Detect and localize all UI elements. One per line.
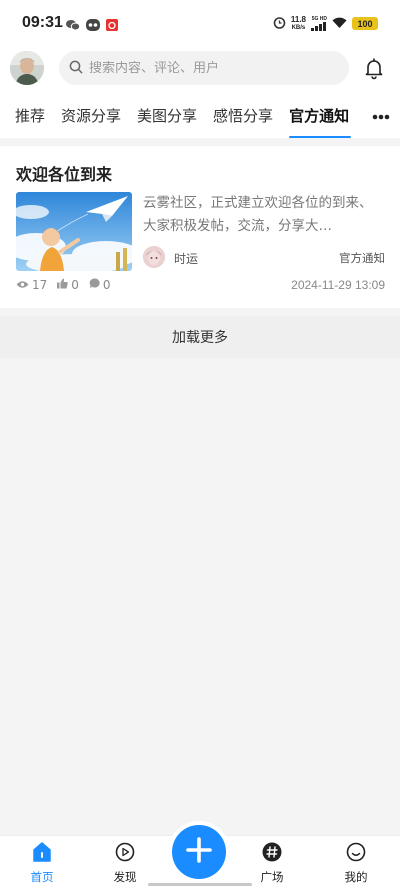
comment-icon xyxy=(89,278,100,292)
network-speed-unit: KB/s xyxy=(291,24,306,31)
nav-home[interactable]: 首页 xyxy=(12,842,72,885)
top-header xyxy=(0,46,400,92)
discover-icon xyxy=(115,842,135,866)
author-avatar[interactable] xyxy=(143,246,165,268)
author-name[interactable]: 时运 xyxy=(174,250,198,267)
network-speed: 11.8 KB/s xyxy=(290,14,306,32)
wifi-icon xyxy=(332,14,347,33)
battery-indicator: 100 xyxy=(352,17,378,30)
post-card[interactable]: 欢迎各位到来 云雾社区，正式建立欢迎各位的到来、大家积极发帖，交流，分享大… 时… xyxy=(0,146,400,308)
network-speed-value: 11.8 xyxy=(290,14,306,24)
comments-stat[interactable]: 0 xyxy=(89,278,111,292)
nav-plaza[interactable]: 广场 xyxy=(242,842,302,885)
plus-icon xyxy=(186,837,212,867)
cellular-signal-icon: 5G HD xyxy=(311,16,327,31)
tab-official-notice[interactable]: 官方通知 xyxy=(281,92,357,138)
wechat-icon xyxy=(66,16,81,35)
home-indicator[interactable] xyxy=(148,883,252,886)
tab-insight-share[interactable]: 感悟分享 xyxy=(205,92,281,138)
system-icons: 11.8 KB/s 5G HD 100 xyxy=(273,14,378,33)
tab-recommend[interactable]: 推荐 xyxy=(0,92,53,138)
nav-plaza-label: 广场 xyxy=(260,870,284,884)
load-more-button[interactable]: 加载更多 xyxy=(0,316,400,358)
post-stats: 17 0 0 xyxy=(16,278,111,292)
app-notification-icon xyxy=(86,16,100,35)
nav-mine[interactable]: 我的 xyxy=(326,842,386,885)
post-title[interactable]: 欢迎各位到来 xyxy=(16,161,112,185)
likes-stat[interactable]: 0 xyxy=(57,278,79,292)
bell-icon[interactable] xyxy=(362,56,386,80)
nav-home-label: 首页 xyxy=(30,870,54,884)
smiley-icon xyxy=(346,842,366,866)
post-date: 2024-11-29 13:09 xyxy=(291,278,385,292)
search-icon xyxy=(69,59,83,78)
home-icon xyxy=(32,842,52,866)
eye-icon xyxy=(16,278,29,292)
views-stat: 17 xyxy=(16,278,47,292)
search-bar[interactable] xyxy=(59,51,349,85)
create-post-button[interactable] xyxy=(172,825,226,879)
status-bar: 09:31 11.8 KB/s 5G HD 100 xyxy=(0,0,400,46)
user-avatar[interactable] xyxy=(10,51,44,85)
music-app-icon xyxy=(106,16,118,35)
post-excerpt: 云雾社区，正式建立欢迎各位的到来、大家积极发帖，交流，分享大… xyxy=(143,195,373,234)
notification-icons xyxy=(66,16,118,35)
search-input[interactable] xyxy=(89,60,329,76)
post-thumbnail[interactable] xyxy=(16,192,132,271)
hashtag-icon xyxy=(262,842,282,866)
nav-discover[interactable]: 发现 xyxy=(95,842,155,885)
category-tabs: 推荐 资源分享 美图分享 感悟分享 官方通知 xyxy=(0,92,400,138)
more-tabs-icon[interactable] xyxy=(372,104,390,125)
post-category[interactable]: 官方通知 xyxy=(339,250,385,266)
alarm-icon xyxy=(273,14,286,33)
comments-count: 0 xyxy=(102,278,111,292)
views-count: 17 xyxy=(32,278,48,292)
tab-resource-share[interactable]: 资源分享 xyxy=(53,92,129,138)
tab-image-share[interactable]: 美图分享 xyxy=(129,92,205,138)
nav-mine-label: 我的 xyxy=(344,870,368,884)
thumbs-up-icon xyxy=(57,278,69,292)
likes-count: 0 xyxy=(71,278,79,292)
status-time: 09:31 xyxy=(22,14,63,31)
nav-discover-label: 发现 xyxy=(113,870,137,884)
